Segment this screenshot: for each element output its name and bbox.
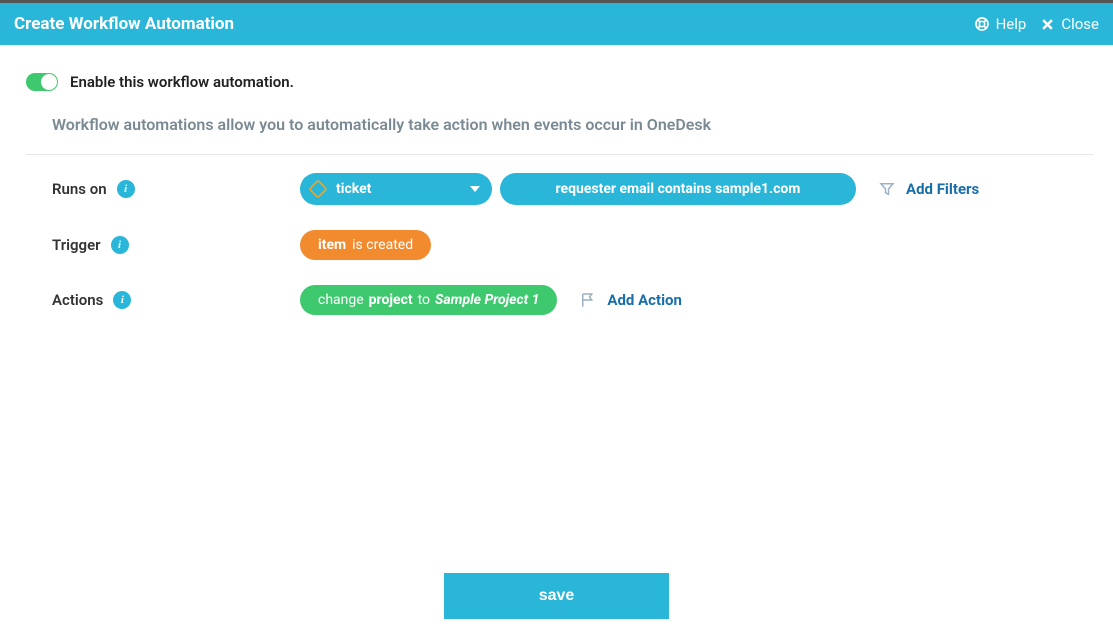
action-change: change <box>318 292 364 308</box>
ticket-icon <box>308 179 328 199</box>
close-label: Close <box>1061 15 1099 33</box>
save-row: save <box>0 573 1113 619</box>
enable-label: Enable this workflow automation. <box>70 73 294 91</box>
info-icon[interactable]: i <box>117 180 135 198</box>
actions-row: Actions i change project to Sample Proje… <box>52 285 1093 315</box>
type-label: ticket <box>336 181 462 197</box>
enable-row: Enable this workflow automation. <box>26 73 1093 91</box>
filter-text: requester email contains sample1.com <box>556 181 801 197</box>
toggle-knob <box>41 74 57 90</box>
lifebuoy-icon <box>974 16 990 32</box>
flag-icon <box>579 291 597 309</box>
trigger-label: Trigger i <box>52 236 300 254</box>
actions-text: Actions <box>52 291 103 309</box>
info-icon[interactable]: i <box>111 236 129 254</box>
modal-title: Create Workflow Automation <box>14 14 234 34</box>
close-button[interactable]: Close <box>1040 15 1099 33</box>
runs-on-content: ticket requester email contains sample1.… <box>300 173 979 205</box>
add-action-label: Add Action <box>607 291 682 309</box>
action-value: Sample Project 1 <box>435 292 539 308</box>
trigger-condition: is created <box>352 237 413 253</box>
trigger-item: item <box>318 237 346 253</box>
runs-on-label: Runs on i <box>52 180 300 198</box>
trigger-row: Trigger i item is created <box>52 230 1093 260</box>
add-filters-button[interactable]: Add Filters <box>878 180 979 198</box>
trigger-pill[interactable]: item is created <box>300 230 431 260</box>
modal-header: Create Workflow Automation Help Close <box>0 3 1113 45</box>
info-icon[interactable]: i <box>113 291 131 309</box>
type-dropdown[interactable]: ticket <box>300 173 492 205</box>
add-filters-label: Add Filters <box>906 180 979 198</box>
header-actions: Help Close <box>974 15 1099 33</box>
close-icon <box>1040 17 1055 32</box>
actions-content: change project to Sample Project 1 Add A… <box>300 285 682 315</box>
action-field: project <box>369 292 413 308</box>
chevron-down-icon <box>470 186 480 192</box>
runs-on-row: Runs on i ticket requester email contain… <box>52 173 1093 205</box>
runs-on-text: Runs on <box>52 180 107 198</box>
action-pill[interactable]: change project to Sample Project 1 <box>300 285 557 315</box>
filter-pill[interactable]: requester email contains sample1.com <box>500 173 856 205</box>
trigger-content: item is created <box>300 230 431 260</box>
actions-label: Actions i <box>52 291 300 309</box>
divider <box>26 154 1093 155</box>
help-button[interactable]: Help <box>974 15 1027 33</box>
enable-toggle[interactable] <box>26 73 58 91</box>
help-label: Help <box>996 15 1027 33</box>
save-button[interactable]: save <box>444 573 669 619</box>
description-text: Workflow automations allow you to automa… <box>52 115 1093 134</box>
action-to: to <box>418 292 430 308</box>
add-action-button[interactable]: Add Action <box>579 291 682 309</box>
trigger-text: Trigger <box>52 236 101 254</box>
modal-content: Enable this workflow automation. Workflo… <box>0 45 1113 315</box>
filter-icon <box>878 180 896 198</box>
